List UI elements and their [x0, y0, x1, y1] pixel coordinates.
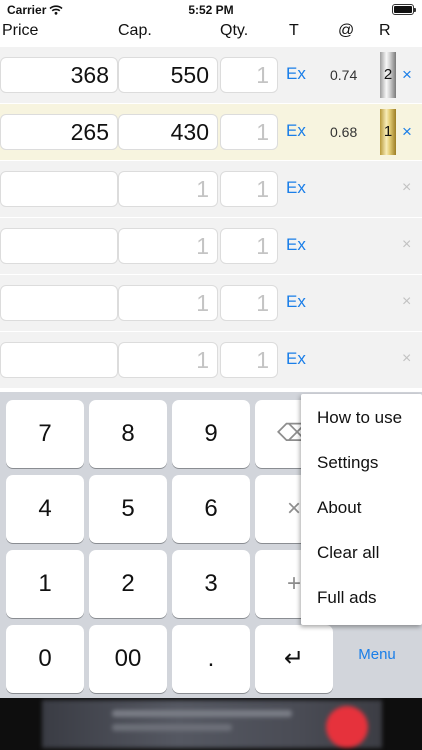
key-4[interactable]: 4: [6, 475, 84, 543]
type-toggle[interactable]: Ex: [286, 349, 306, 369]
header-price: Price: [2, 22, 39, 39]
remove-row-button[interactable]: ×: [402, 122, 412, 142]
remove-row-button[interactable]: ×: [402, 179, 411, 197]
key-8[interactable]: 8: [89, 400, 167, 468]
type-toggle[interactable]: Ex: [286, 235, 306, 255]
price-input[interactable]: 368: [0, 57, 118, 93]
capacity-input[interactable]: 1: [118, 285, 218, 321]
menu-item-about[interactable]: About: [317, 498, 361, 518]
header-rank: R: [379, 22, 391, 39]
header-capacity: Cap.: [118, 22, 152, 39]
quantity-input[interactable]: 1: [220, 171, 278, 207]
item-row: 1 1 Ex ×: [0, 218, 422, 274]
key-9[interactable]: 9: [172, 400, 250, 468]
menu-item-clear-all[interactable]: Clear all: [317, 543, 379, 563]
remove-row-button[interactable]: ×: [402, 236, 411, 254]
type-toggle[interactable]: Ex: [286, 64, 306, 84]
item-row: 1 1 Ex ×: [0, 332, 422, 388]
quantity-input[interactable]: 1: [220, 114, 278, 150]
remove-row-button[interactable]: ×: [402, 293, 411, 311]
price-input[interactable]: [0, 285, 118, 321]
ad-content[interactable]: [42, 700, 382, 748]
capacity-input[interactable]: 1: [118, 342, 218, 378]
quantity-input[interactable]: 1: [220, 342, 278, 378]
key-5[interactable]: 5: [89, 475, 167, 543]
menu-button[interactable]: Menu: [338, 646, 416, 670]
enter-key[interactable]: ↵: [255, 625, 333, 693]
column-header: Price Cap. Qty. T @ R: [0, 20, 422, 44]
item-row: 1 1 Ex ×: [0, 161, 422, 217]
status-bar: Carrier 5:52 PM: [0, 0, 422, 20]
remove-row-button[interactable]: ×: [402, 65, 412, 85]
decimal-key[interactable]: .: [172, 625, 250, 693]
type-toggle[interactable]: Ex: [286, 121, 306, 141]
capacity-input[interactable]: 1: [118, 171, 218, 207]
menu-popup: How to use Settings About Clear all Full…: [301, 394, 422, 625]
quantity-input[interactable]: 1: [220, 57, 278, 93]
capacity-input[interactable]: 550: [118, 57, 218, 93]
unit-price-value: 0.68: [330, 124, 358, 140]
menu-item-full-ads[interactable]: Full ads: [317, 588, 377, 608]
price-input[interactable]: [0, 171, 118, 207]
key-7[interactable]: 7: [6, 400, 84, 468]
rank-badge: 2: [380, 52, 396, 98]
rank-badge: 1: [380, 109, 396, 155]
ad-action-button[interactable]: [326, 706, 368, 748]
battery-icon: [392, 4, 416, 15]
key-3[interactable]: 3: [172, 550, 250, 618]
item-row: 368 550 1 Ex 0.74 2 ×: [0, 47, 422, 103]
header-unit-price: @: [338, 22, 355, 39]
price-input[interactable]: 265: [0, 114, 118, 150]
capacity-input[interactable]: 430: [118, 114, 218, 150]
key-1[interactable]: 1: [6, 550, 84, 618]
ad-banner[interactable]: [0, 698, 422, 750]
menu-item-how-to-use[interactable]: How to use: [317, 408, 402, 428]
price-input[interactable]: [0, 228, 118, 264]
key-0[interactable]: 0: [6, 625, 84, 693]
price-input[interactable]: [0, 342, 118, 378]
type-toggle[interactable]: Ex: [286, 292, 306, 312]
item-row: 1 1 Ex ×: [0, 275, 422, 331]
unit-price-value: 0.74: [330, 67, 358, 83]
clock: 5:52 PM: [188, 3, 234, 17]
type-toggle[interactable]: Ex: [286, 178, 306, 198]
capacity-input[interactable]: 1: [118, 228, 218, 264]
quantity-input[interactable]: 1: [220, 228, 278, 264]
menu-item-settings[interactable]: Settings: [317, 453, 378, 473]
key-00[interactable]: 00: [89, 625, 167, 693]
item-row: 265 430 1 Ex 0.68 1 ×: [0, 104, 422, 160]
remove-row-button[interactable]: ×: [402, 350, 411, 368]
header-quantity: Qty.: [220, 22, 249, 39]
key-6[interactable]: 6: [172, 475, 250, 543]
key-2[interactable]: 2: [89, 550, 167, 618]
header-type: T: [289, 22, 299, 39]
quantity-input[interactable]: 1: [220, 285, 278, 321]
